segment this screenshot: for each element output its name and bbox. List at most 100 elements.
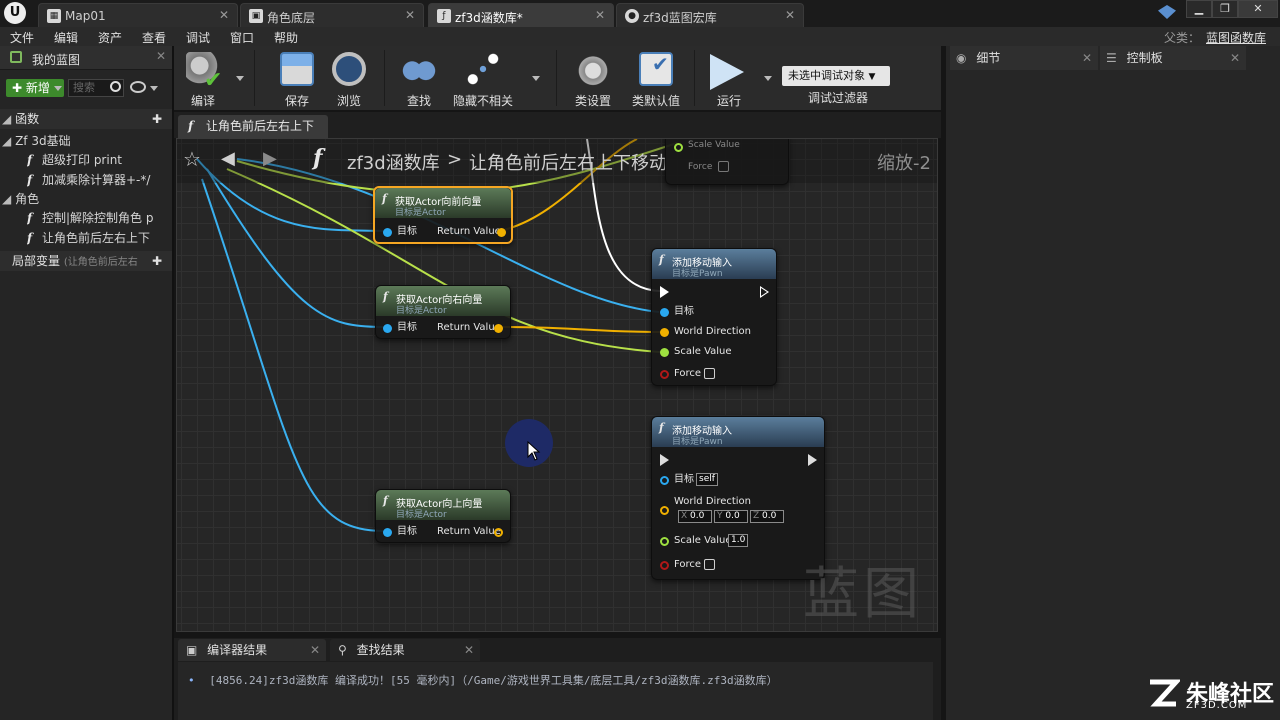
favorite-star-icon[interactable]: ☆ — [183, 147, 201, 171]
world-direction-pin[interactable] — [660, 506, 669, 515]
add-movement-input-node-2[interactable]: f 添加移动输入 目标是Pawn 目标 self World Direction… — [651, 416, 825, 580]
log-text: [4856.24]zf3d涵数库 编译成功！[55 毫秒内]（/Game/游戏世… — [209, 674, 778, 687]
return-value-pin[interactable] — [494, 324, 503, 333]
pin-label: 目标 — [397, 526, 417, 537]
get-up-vector-node[interactable]: f 获取Actor向上向量 目标是Actor 目标 Return Value — [375, 489, 511, 543]
functions-section-header[interactable]: ◢ 函数 ✚ — [0, 109, 172, 129]
menu-file[interactable]: 文件 — [10, 29, 34, 46]
close-icon[interactable]: ✕ — [1082, 46, 1092, 70]
add-variable-icon[interactable]: ✚ — [152, 251, 162, 271]
force-checkbox[interactable] — [704, 559, 715, 570]
z-field[interactable]: Z 0.0 — [750, 510, 784, 523]
scale-value-pin[interactable] — [674, 143, 683, 152]
category-zf3d-basics[interactable]: ◢ Zf 3d基础 — [2, 131, 71, 151]
add-movement-input-node-1[interactable]: f 添加移动输入 目标是Pawn 目标 World Direction Scal… — [651, 248, 777, 386]
debug-object-select[interactable]: 未选中调试对象 ▼ — [782, 66, 890, 86]
graph-tab-move-function[interactable]: f 让角色前后左右上下 — [178, 115, 328, 138]
parent-class-link[interactable]: 蓝图函数库 — [1206, 29, 1266, 46]
back-arrow-icon[interactable]: ◀ — [221, 148, 235, 169]
force-checkbox[interactable] — [704, 368, 715, 379]
get-right-vector-node[interactable]: f 获取Actor向右向量 目标是Actor 目标 Return Value — [375, 285, 511, 339]
target-self-value[interactable]: self — [696, 473, 718, 486]
compile-button[interactable]: ✔ 编译 — [178, 48, 228, 108]
panel-splitter[interactable] — [172, 46, 174, 720]
chevron-down-icon[interactable] — [236, 76, 244, 81]
local-variables-section-header[interactable]: 局部变量 (让角色前后左右 ✚ — [0, 251, 172, 271]
close-icon[interactable]: ✕ — [219, 8, 229, 22]
force-pin[interactable] — [660, 561, 669, 570]
chevron-down-icon[interactable] — [764, 76, 772, 81]
tab-map01[interactable]: ▦ Map01 ✕ — [38, 3, 238, 27]
exec-out-pin[interactable] — [808, 454, 817, 466]
details-tab[interactable]: ◉ 细节 ✕ — [950, 46, 1098, 70]
menu-help[interactable]: 帮助 — [274, 29, 298, 46]
exec-in-pin[interactable] — [660, 286, 669, 298]
chevron-down-icon[interactable] — [150, 86, 158, 91]
forward-arrow-icon[interactable]: ▶ — [263, 148, 277, 169]
scale-value-pin[interactable] — [660, 348, 669, 357]
target-pin[interactable] — [660, 308, 669, 317]
return-value-pin[interactable] — [497, 228, 506, 237]
scale-value-pin[interactable] — [660, 537, 669, 546]
force-pin[interactable] — [660, 370, 669, 379]
close-window-button[interactable]: ✕ — [1238, 0, 1278, 18]
force-checkbox[interactable] — [718, 161, 729, 172]
hide-unrelated-button[interactable]: 隐藏不相关 — [446, 48, 520, 108]
maximize-button[interactable]: ❐ — [1212, 0, 1238, 18]
add-function-icon[interactable]: ✚ — [152, 109, 162, 129]
close-icon[interactable]: ✕ — [310, 639, 320, 661]
get-forward-vector-node[interactable]: f 获取Actor向前向量 目标是Actor 目标 Return Value — [373, 186, 513, 244]
menu-debug[interactable]: 调试 — [186, 29, 210, 46]
marketplace-icon[interactable] — [1158, 5, 1176, 19]
breadcrumb-root[interactable]: zf3d涵数库 — [347, 149, 440, 175]
x-field[interactable]: X 0.0 — [678, 510, 712, 523]
add-new-button[interactable]: ✚ 新增 — [6, 79, 64, 97]
return-value-pin[interactable] — [494, 528, 503, 537]
menu-view[interactable]: 查看 — [142, 29, 166, 46]
category-character[interactable]: ◢ 角色 — [2, 189, 39, 209]
function-item-calculator[interactable]: f 加减乘除计算器+-*/ — [27, 170, 167, 190]
run-button[interactable]: 运行 — [704, 48, 754, 108]
close-icon[interactable]: ✕ — [405, 8, 415, 22]
menu-window[interactable]: 窗口 — [230, 29, 254, 46]
target-pin[interactable] — [383, 228, 392, 237]
function-item-super-print[interactable]: f 超级打印 print — [27, 150, 167, 170]
blueprint-graph[interactable]: ☆ ◀ ▶ f zf3d涵数库 > 让角色前后左右上下移动 缩放-2 Scale… — [176, 138, 938, 632]
my-blueprint-tab[interactable]: 我的蓝图 ✕ — [0, 46, 172, 70]
target-pin[interactable] — [660, 476, 669, 485]
log-area[interactable] — [178, 662, 933, 720]
minimize-button[interactable]: ▁ — [1186, 0, 1212, 18]
unreal-logo-icon[interactable]: U — [4, 2, 26, 24]
search-input[interactable]: 搜索 — [68, 79, 124, 97]
compiler-results-tab[interactable]: ▣ 编译器结果 ✕ — [178, 639, 326, 661]
class-defaults-button[interactable]: ✔ 类默认值 — [626, 48, 686, 108]
menu-edit[interactable]: 编辑 — [54, 29, 78, 46]
chevron-down-icon[interactable] — [532, 76, 540, 81]
exec-out-pin[interactable] — [760, 286, 769, 298]
function-item-control-character[interactable]: f 控制|解除控制角色 p — [27, 208, 167, 228]
find-button[interactable]: 查找 — [394, 48, 444, 108]
scale-value-field[interactable]: 1.0 — [728, 534, 749, 547]
y-field[interactable]: Y 0.0 — [714, 510, 748, 523]
close-icon[interactable]: ✕ — [595, 8, 605, 22]
save-button[interactable]: 保存 — [272, 48, 322, 108]
tab-function-library[interactable]: ƒ zf3d涵数库* ✕ — [428, 3, 614, 27]
target-pin[interactable] — [383, 324, 392, 333]
browse-button[interactable]: 浏览 — [324, 48, 374, 108]
tab-character-base[interactable]: ▣ 角色底层 ✕ — [240, 3, 424, 27]
menu-asset[interactable]: 资产 — [98, 29, 122, 46]
close-icon[interactable]: ✕ — [156, 49, 166, 63]
close-icon[interactable]: ✕ — [785, 8, 795, 22]
tab-macro-library[interactable]: ● zf3d蓝图宏库 ✕ — [616, 3, 804, 27]
find-results-tab[interactable]: ⚲ 查找结果 ✕ — [330, 639, 480, 661]
close-icon[interactable]: ✕ — [1230, 46, 1240, 70]
target-pin[interactable] — [383, 528, 392, 537]
partial-move-input-node[interactable]: Scale Value Force — [665, 139, 789, 185]
function-item-move-character[interactable]: f 让角色前后左右上下 — [27, 228, 167, 248]
class-settings-button[interactable]: 类设置 — [568, 48, 618, 108]
world-direction-pin[interactable] — [660, 328, 669, 337]
eye-icon[interactable] — [130, 81, 146, 93]
palette-tab[interactable]: ☰ 控制板 ✕ — [1100, 46, 1246, 70]
exec-in-pin[interactable] — [660, 454, 669, 466]
close-icon[interactable]: ✕ — [464, 639, 474, 661]
